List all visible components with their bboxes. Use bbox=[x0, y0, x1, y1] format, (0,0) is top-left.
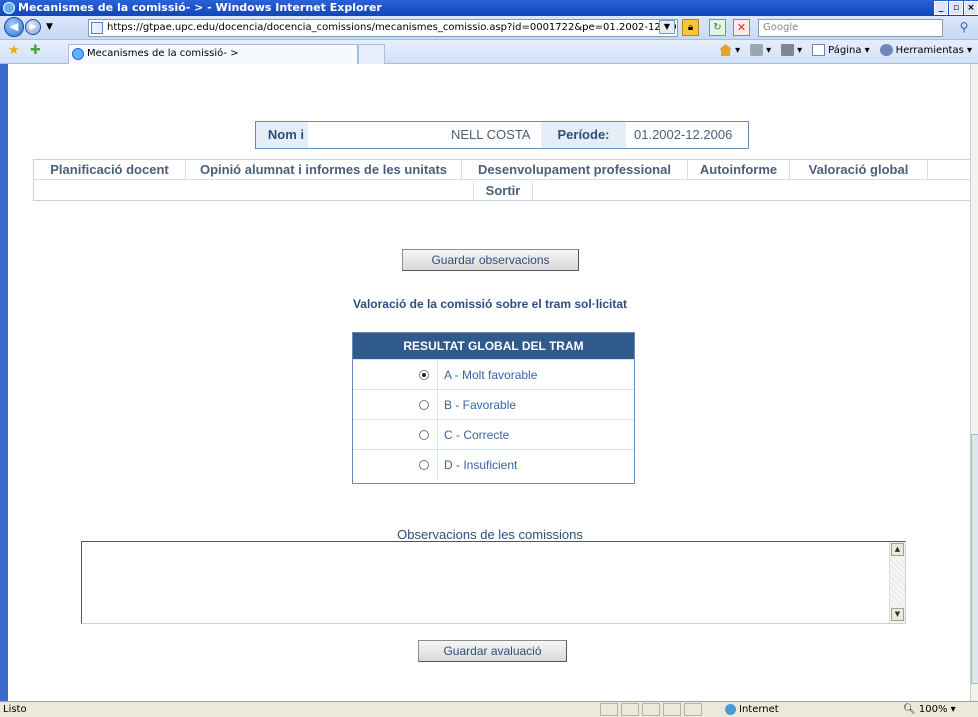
status-pane bbox=[600, 703, 618, 716]
option-d-label: D - Insuficient bbox=[444, 458, 518, 472]
result-option-d[interactable]: D - Insuficient bbox=[353, 449, 634, 480]
status-bar: Listo Internet 🔍︎ 100% ▾ bbox=[0, 701, 978, 717]
ie-icon bbox=[3, 2, 15, 14]
column-divider bbox=[437, 420, 438, 450]
status-pane bbox=[621, 703, 639, 716]
column-divider bbox=[437, 360, 438, 390]
security-zone[interactable]: Internet bbox=[725, 702, 779, 717]
search-input[interactable]: Google bbox=[758, 19, 943, 37]
tools-menu[interactable]: Herramientas ▾ bbox=[879, 44, 972, 56]
menu-item-planificacio[interactable]: Planificació docent bbox=[34, 160, 186, 180]
page-content: Nom i NELL COSTA Període: 01.2002-12.200… bbox=[8, 64, 970, 701]
zoom-control[interactable]: 🔍︎ 100% ▾ bbox=[903, 702, 956, 717]
radio-option-a[interactable] bbox=[419, 370, 429, 380]
period-value: 01.2002-12.2006 bbox=[634, 127, 733, 142]
stop-icon[interactable]: ✕ bbox=[733, 19, 750, 36]
menu-item-opinio[interactable]: Opinió alumnat i informes de les unitats bbox=[186, 160, 462, 180]
zoom-level: 100% bbox=[918, 704, 948, 715]
window-controls: _ ▫ × bbox=[934, 1, 978, 15]
radio-option-d[interactable] bbox=[419, 460, 429, 470]
new-tab-button[interactable] bbox=[358, 44, 385, 64]
page-scrollbar-thumb[interactable] bbox=[971, 434, 978, 684]
address-toolbar: ◀ ▶ ▼ https://gtpae.upc.edu/docencia/doc… bbox=[0, 16, 978, 40]
page-scrollbar[interactable] bbox=[970, 64, 978, 701]
print-icon bbox=[781, 44, 795, 56]
refresh-icon[interactable]: ↻ bbox=[709, 19, 726, 36]
observations-textarea[interactable]: ▲ ▼ bbox=[81, 541, 906, 624]
tools-menu-label: Herramientas bbox=[895, 45, 964, 56]
radio-option-b[interactable] bbox=[419, 400, 429, 410]
option-b-label: B - Favorable bbox=[444, 398, 517, 412]
lock-icon[interactable]: 🔒︎ bbox=[682, 19, 699, 36]
home-button[interactable]: ▾ bbox=[719, 44, 740, 56]
status-panes bbox=[600, 703, 702, 716]
command-bar: ▾ ▾ ▾ Página ▾ Herramientas ▾ bbox=[719, 44, 972, 56]
option-a-label: A - Molt favorable bbox=[444, 368, 538, 382]
global-result-table: RESULTAT GLOBAL DEL TRAM A - Molt favora… bbox=[352, 332, 635, 484]
save-observations-button[interactable]: Guardar observacions bbox=[402, 249, 579, 271]
save-evaluation-button[interactable]: Guardar avaluació bbox=[418, 640, 567, 662]
scroll-up-icon[interactable]: ▲ bbox=[891, 543, 904, 556]
section-title: Valoració de la comissió sobre el tram s… bbox=[352, 297, 628, 311]
page-menu[interactable]: Página ▾ bbox=[812, 44, 870, 56]
address-dropdown-icon[interactable]: ▼ bbox=[659, 20, 675, 34]
close-button[interactable]: × bbox=[964, 1, 978, 15]
name-label: Nom i bbox=[256, 122, 308, 148]
menu-item-desenvolupament[interactable]: Desenvolupament professional bbox=[462, 160, 688, 180]
tab-active[interactable]: Mecanismes de la comissió- > bbox=[68, 44, 358, 64]
forward-button[interactable]: ▶ bbox=[25, 19, 41, 35]
option-c-label: C - Correcte bbox=[444, 428, 510, 442]
add-favorite-icon[interactable]: ✚ bbox=[30, 43, 41, 58]
window-title: Mecanismes de la comissió- > - Windows I… bbox=[18, 1, 382, 14]
textarea-scrollbar[interactable]: ▲ ▼ bbox=[889, 542, 905, 623]
scroll-down-icon[interactable]: ▼ bbox=[891, 608, 904, 621]
maximize-button[interactable]: ▫ bbox=[949, 1, 963, 15]
menu-item-valoracio-global[interactable]: Valoració global bbox=[790, 160, 928, 180]
result-table-header: RESULTAT GLOBAL DEL TRAM bbox=[353, 333, 634, 359]
favorites-star-icon[interactable]: ★ bbox=[8, 43, 20, 58]
history-dropdown-icon[interactable]: ▼ bbox=[46, 22, 53, 32]
radio-option-c[interactable] bbox=[419, 430, 429, 440]
home-icon bbox=[719, 44, 733, 56]
search-icon[interactable]: ⚲ bbox=[950, 19, 978, 37]
tab-label: Mecanismes de la comissió- > bbox=[87, 48, 239, 59]
status-pane bbox=[684, 703, 702, 716]
window-frame-left bbox=[0, 64, 8, 701]
status-pane bbox=[663, 703, 681, 716]
name-value: NELL COSTA bbox=[451, 127, 531, 142]
result-option-a[interactable]: A - Molt favorable bbox=[353, 359, 634, 390]
result-option-b[interactable]: B - Favorable bbox=[353, 389, 634, 420]
feeds-icon bbox=[750, 44, 764, 56]
globe-icon bbox=[725, 703, 736, 715]
status-text: Listo bbox=[3, 704, 27, 715]
url-text: https://gtpae.upc.edu/docencia/docencia_… bbox=[107, 22, 678, 33]
title-bar: Mecanismes de la comissió- > - Windows I… bbox=[0, 0, 978, 16]
observations-label: Observacions de les comissions bbox=[397, 527, 583, 542]
result-option-c[interactable]: C - Correcte bbox=[353, 419, 634, 450]
page-menu-label: Página bbox=[828, 45, 862, 56]
tab-ie-icon bbox=[72, 48, 84, 60]
minimize-button[interactable]: _ bbox=[934, 1, 948, 15]
menu-row-exit: Sortir bbox=[34, 181, 970, 201]
column-divider bbox=[437, 450, 438, 480]
back-button[interactable]: ◀ bbox=[4, 17, 24, 37]
feeds-button[interactable]: ▾ bbox=[750, 44, 771, 56]
status-pane bbox=[642, 703, 660, 716]
address-input[interactable]: https://gtpae.upc.edu/docencia/docencia_… bbox=[88, 19, 678, 37]
teacher-info-bar: Nom i NELL COSTA Període: 01.2002-12.200… bbox=[255, 121, 749, 149]
column-divider bbox=[437, 390, 438, 420]
gear-icon bbox=[879, 44, 893, 56]
tab-bar: ★ ✚ Mecanismes de la comissió- > ▾ ▾ ▾ P… bbox=[0, 40, 978, 64]
browser-window: Mecanismes de la comissió- > - Windows I… bbox=[0, 0, 978, 717]
zone-label: Internet bbox=[739, 704, 779, 715]
page-icon bbox=[91, 22, 103, 34]
section-menu: Planificació docent Opinió alumnat i inf… bbox=[33, 159, 970, 201]
period-label: Període: bbox=[541, 122, 626, 148]
exit-link[interactable]: Sortir bbox=[473, 181, 533, 201]
print-button[interactable]: ▾ bbox=[781, 44, 802, 56]
menu-row: Planificació docent Opinió alumnat i inf… bbox=[34, 160, 970, 180]
page-menu-icon bbox=[812, 44, 826, 56]
menu-item-autoinforme[interactable]: Autoinforme bbox=[688, 160, 790, 180]
